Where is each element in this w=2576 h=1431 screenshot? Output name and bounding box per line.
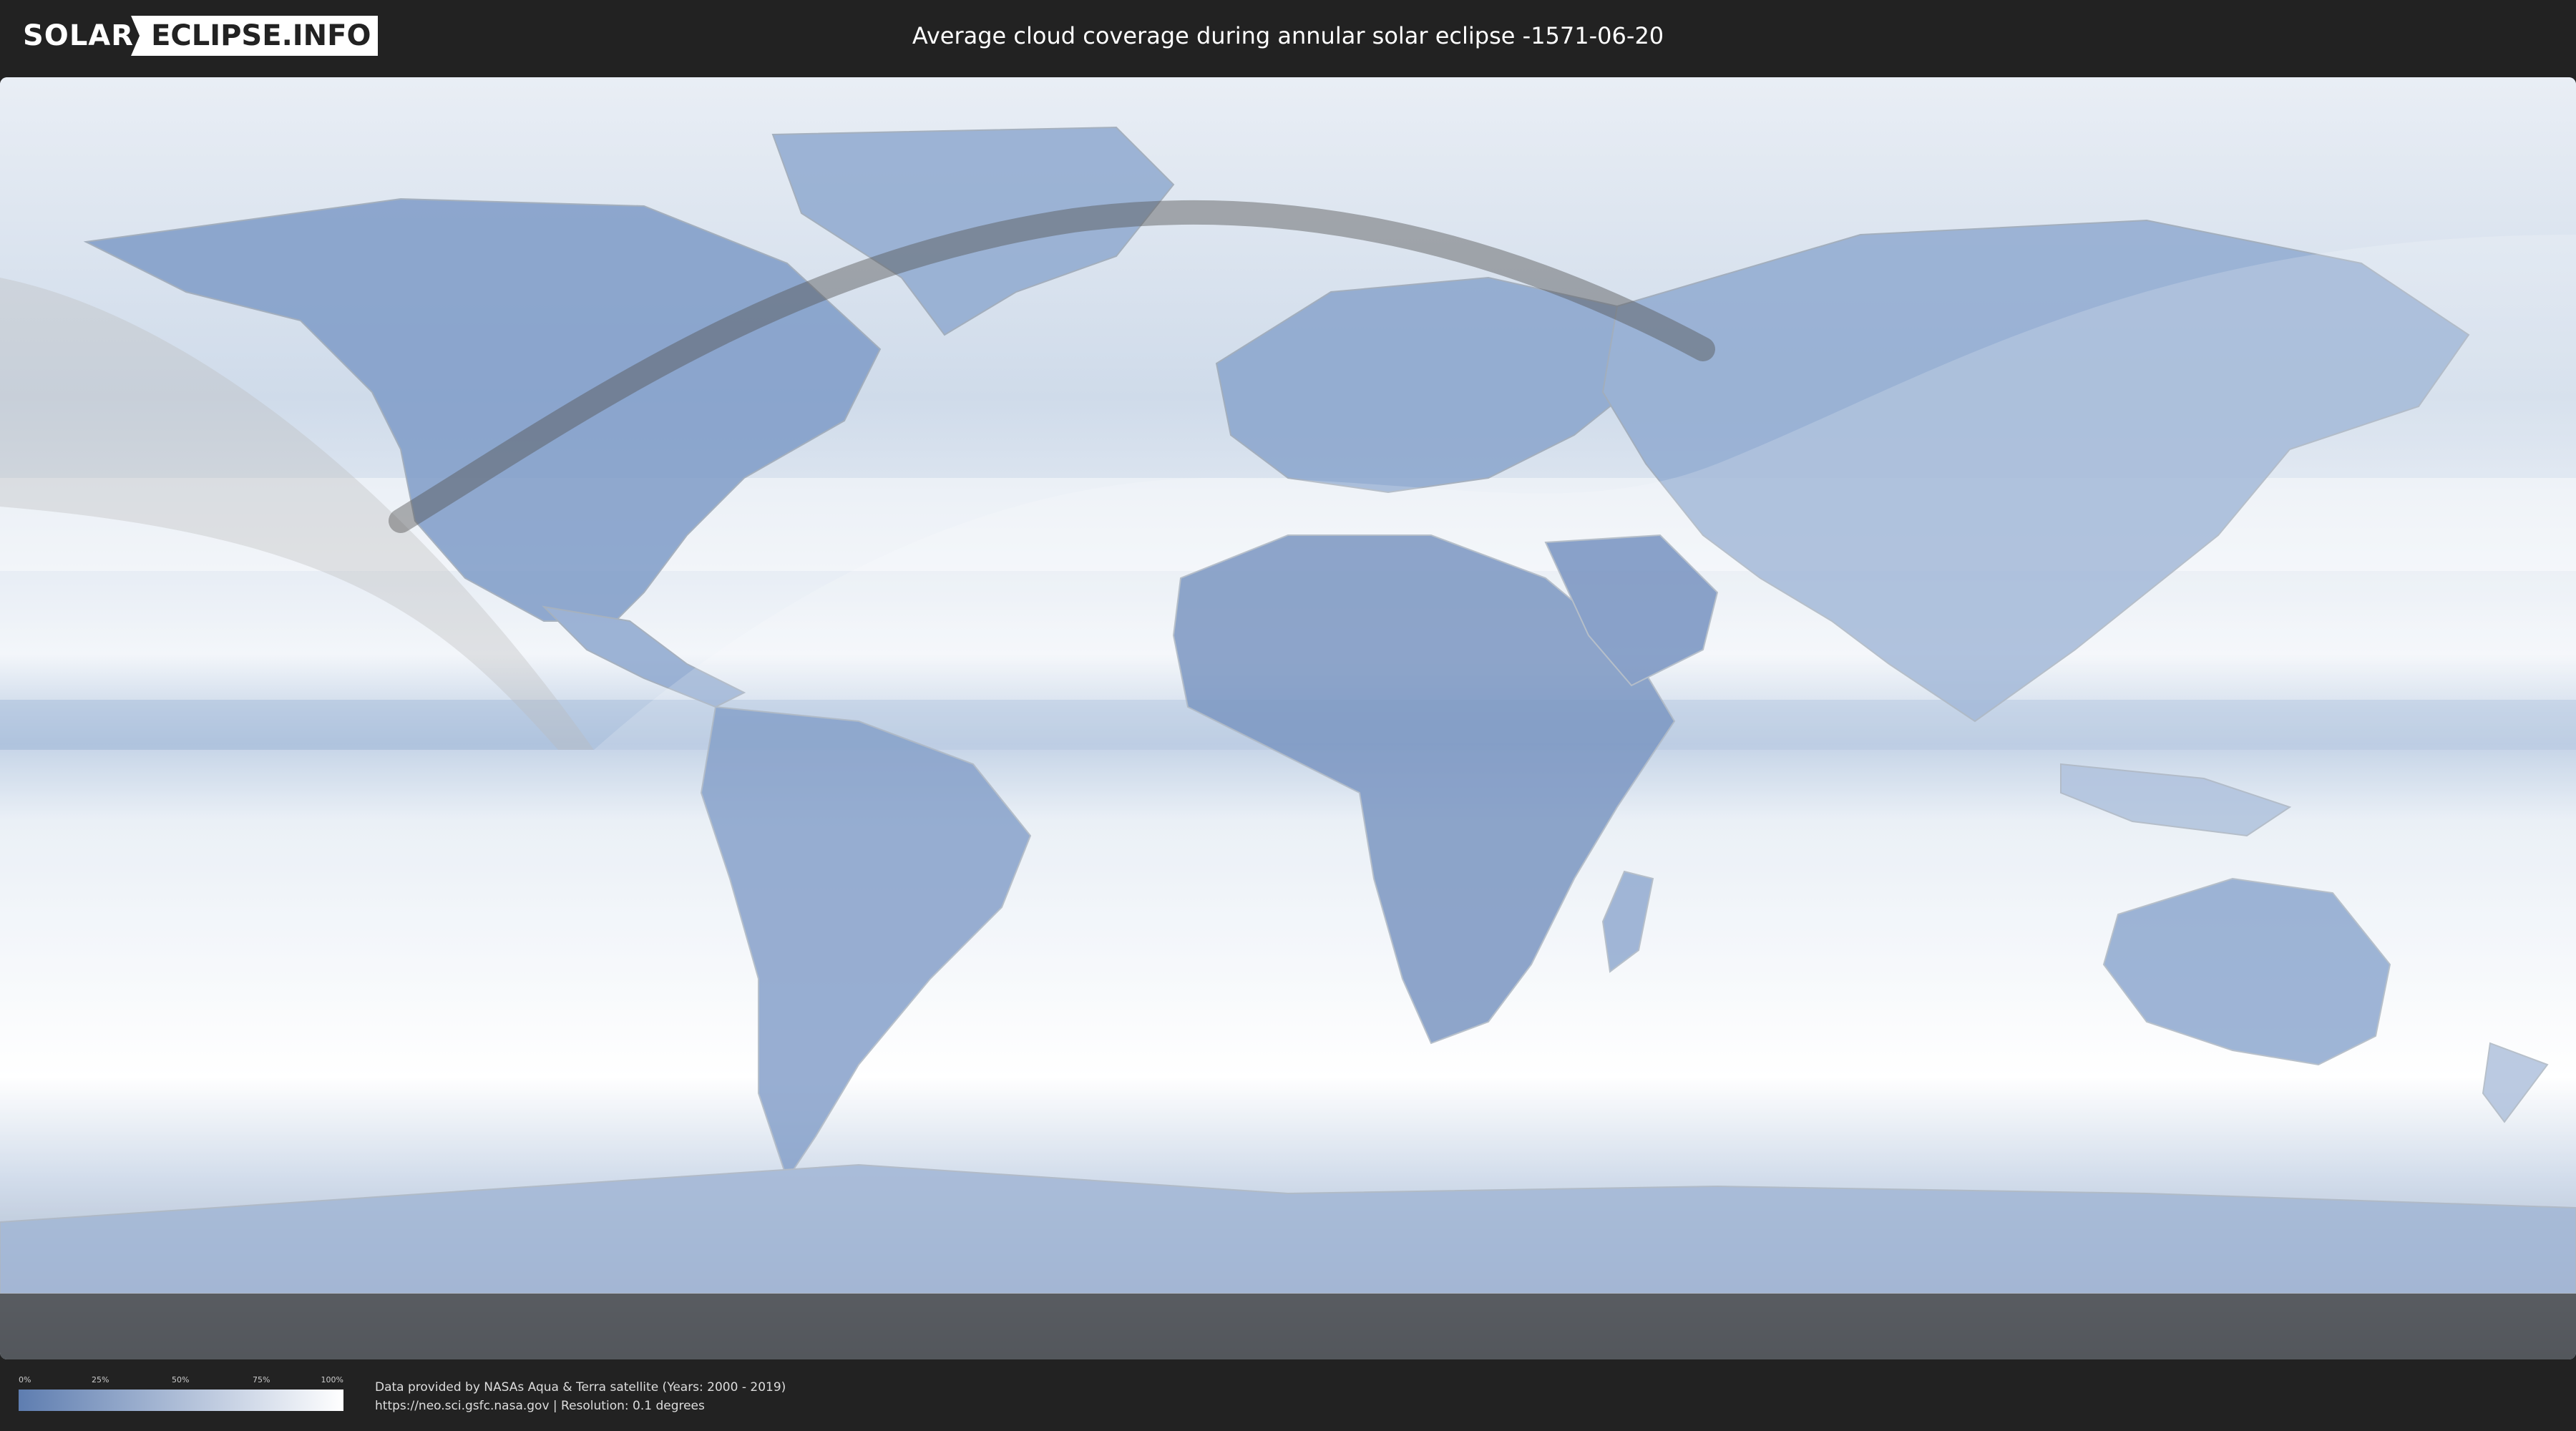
legend-gradient-bar	[19, 1390, 343, 1411]
polar-night-band	[0, 1294, 2576, 1359]
credit-line-source: Data provided by NASAs Aqua & Terra sate…	[375, 1380, 786, 1395]
legend-ticks: 0% 25% 50% 75% 100%	[19, 1375, 343, 1385]
page-title: Average cloud coverage during annular so…	[912, 22, 1664, 49]
legend-tick: 50%	[172, 1375, 190, 1384]
credit-line-url[interactable]: https://neo.sci.gsfc.nasa.gov | Resoluti…	[375, 1397, 786, 1415]
legend-tick: 0%	[19, 1375, 31, 1384]
legend-tick: 75%	[253, 1375, 270, 1384]
cloud-coverage-map	[0, 77, 2576, 1359]
legend-tick: 25%	[92, 1375, 109, 1384]
header: SOLAR ECLIPSE.INFO Average cloud coverag…	[0, 0, 2576, 72]
data-credits: Data provided by NASAs Aqua & Terra sate…	[375, 1378, 786, 1415]
legend-tick: 100%	[321, 1375, 343, 1384]
cloud-coverage-legend: 0% 25% 50% 75% 100%	[19, 1375, 343, 1415]
footer: 0% 25% 50% 75% 100% Data provided by NAS…	[0, 1359, 2576, 1431]
world-map-svg	[0, 77, 2576, 1359]
